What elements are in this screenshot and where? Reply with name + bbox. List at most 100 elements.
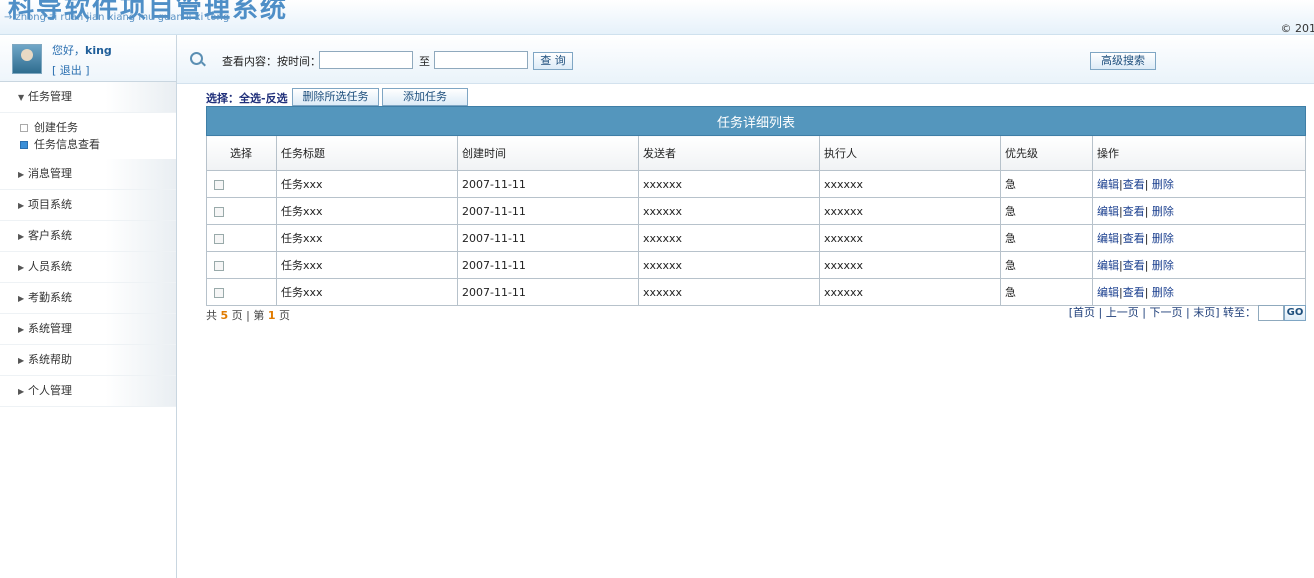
col-title: 任务标题 <box>276 135 458 171</box>
row-checkbox[interactable] <box>214 179 224 190</box>
row-executor: xxxxxx <box>819 278 1001 306</box>
col-sender: 发送者 <box>638 135 820 171</box>
avatar <box>12 44 42 74</box>
row-checkbox[interactable] <box>214 260 224 271</box>
edit-link[interactable]: 编辑 <box>1097 259 1119 272</box>
row-created: 2007-11-11 <box>457 197 639 225</box>
row-executor: xxxxxx <box>819 224 1001 252</box>
delete-link[interactable]: 删除 <box>1152 178 1174 191</box>
logout-link[interactable]: [ 退出 ] <box>52 62 90 78</box>
page-summary: 共 5 页 | 第 1 页 <box>206 307 290 323</box>
edit-link[interactable]: 编辑 <box>1097 205 1119 218</box>
pager-text: 页 <box>279 309 291 322</box>
chevron-right-icon: ▶ <box>18 294 25 303</box>
search-bar: 查看内容：按时间： 至 查 询 高级搜索 <box>177 35 1314 84</box>
query-button[interactable]: 查 询 <box>533 52 573 70</box>
row-title: 任务xxx <box>276 224 458 252</box>
app-subtitle: → zhong zi ruan jian xiang mu guan li xi… <box>4 12 230 23</box>
row-priority: 急 <box>1000 197 1093 225</box>
chevron-right-icon: ▶ <box>18 387 25 396</box>
last-page-link[interactable]: 末页 <box>1193 306 1215 319</box>
row-title: 任务xxx <box>276 170 458 198</box>
row-actions: 编辑|查看| 删除 <box>1092 251 1306 279</box>
sidebar-item-system-admin[interactable]: ▶ 系统管理 <box>0 314 176 345</box>
delete-selected-button[interactable]: 删除所选任务 <box>292 88 379 106</box>
go-button[interactable]: GO <box>1284 305 1306 321</box>
submenu-item-label: 任务信息查看 <box>34 138 100 151</box>
view-link[interactable]: 查看 <box>1123 232 1145 245</box>
delete-link[interactable]: 删除 <box>1152 286 1174 299</box>
row-title: 任务xxx <box>276 278 458 306</box>
sidebar: 您好，king [ 退出 ] ▼ 任务管理 创建任务 任务信息查看 ▶ 消息管理 ▶… <box>0 35 177 578</box>
submenu-item-task-info[interactable]: 任务信息查看 <box>20 136 176 153</box>
row-title: 任务xxx <box>276 251 458 279</box>
delete-link[interactable]: 删除 <box>1152 205 1174 218</box>
table-row: 任务xxx 2007-11-11 xxxxxx xxxxxx 急 编辑|查看| … <box>206 251 1306 279</box>
row-created: 2007-11-11 <box>457 224 639 252</box>
row-checkbox[interactable] <box>214 287 224 298</box>
view-link[interactable]: 查看 <box>1123 178 1145 191</box>
pager-separator: | <box>1142 306 1146 319</box>
row-select-cell <box>206 197 277 225</box>
view-link[interactable]: 查看 <box>1123 286 1145 299</box>
row-select-cell <box>206 170 277 198</box>
row-checkbox[interactable] <box>214 233 224 244</box>
pager-separator: | <box>1098 306 1103 319</box>
pager-text: 第 <box>253 309 265 322</box>
row-priority: 急 <box>1000 278 1093 306</box>
row-priority: 急 <box>1000 170 1093 198</box>
row-executor: xxxxxx <box>819 170 1001 198</box>
edit-link[interactable]: 编辑 <box>1097 286 1119 299</box>
row-executor: xxxxxx <box>819 251 1001 279</box>
goto-page-input[interactable] <box>1258 305 1284 321</box>
submenu-item-create-task[interactable]: 创建任务 <box>20 119 176 136</box>
greeting-text: 您好， <box>52 44 85 57</box>
to-label: 至 <box>419 55 430 68</box>
sidebar-item-label: 人员系统 <box>28 260 72 273</box>
sidebar-item-projects[interactable]: ▶ 项目系统 <box>0 190 176 221</box>
sidebar-item-task-management[interactable]: ▼ 任务管理 <box>0 82 176 113</box>
row-sender: xxxxxx <box>638 224 820 252</box>
pager-text: 共 <box>206 309 217 322</box>
select-all-invert[interactable]: 选择：全选-反选 <box>206 90 288 106</box>
task-submenu: 创建任务 任务信息查看 <box>0 113 176 159</box>
row-checkbox[interactable] <box>214 206 224 217</box>
delete-link[interactable]: 删除 <box>1152 259 1174 272</box>
sidebar-item-messages[interactable]: ▶ 消息管理 <box>0 159 176 190</box>
row-select-cell <box>206 278 277 306</box>
edit-link[interactable]: 编辑 <box>1097 178 1119 191</box>
advanced-search-button[interactable]: 高级搜索 <box>1090 52 1156 70</box>
prev-page-link[interactable]: 上一页 <box>1106 306 1139 319</box>
sidebar-item-attendance[interactable]: ▶ 考勤系统 <box>0 283 176 314</box>
row-sender: xxxxxx <box>638 197 820 225</box>
search-label: 查看内容：按时间： <box>222 55 321 68</box>
search-icon <box>190 52 203 65</box>
table-header-row: 选择 任务标题 创建时间 发送者 执行人 优先级 操作 <box>206 135 1306 171</box>
end-date-input[interactable] <box>434 51 528 69</box>
delete-link[interactable]: 删除 <box>1152 232 1174 245</box>
table-title: 任务详细列表 <box>206 106 1306 136</box>
add-task-button[interactable]: 添加任务 <box>382 88 468 106</box>
edit-link[interactable]: 编辑 <box>1097 232 1119 245</box>
pager-separator: | <box>1185 306 1190 319</box>
row-select-cell <box>206 251 277 279</box>
pager-text: 页 <box>231 309 243 322</box>
row-actions: 编辑|查看| 删除 <box>1092 278 1306 306</box>
sidebar-item-customers[interactable]: ▶ 客户系统 <box>0 221 176 252</box>
sidebar-item-personal[interactable]: ▶ 个人管理 <box>0 376 176 407</box>
sidebar-item-personnel[interactable]: ▶ 人员系统 <box>0 252 176 283</box>
view-link[interactable]: 查看 <box>1123 205 1145 218</box>
table-title-row: 任务详细列表 <box>206 106 1306 136</box>
sidebar-item-label: 消息管理 <box>28 167 72 180</box>
col-actions: 操作 <box>1092 135 1306 171</box>
sidebar-item-help[interactable]: ▶ 系统帮助 <box>0 345 176 376</box>
sidebar-item-label: 个人管理 <box>28 384 72 397</box>
table-row: 任务xxx 2007-11-11 xxxxxx xxxxxx 急 编辑|查看| … <box>206 170 1306 198</box>
table-row: 任务xxx 2007-11-11 xxxxxx xxxxxx 急 编辑|查看| … <box>206 197 1306 225</box>
view-link[interactable]: 查看 <box>1123 259 1145 272</box>
first-page-link[interactable]: 首页 <box>1073 306 1095 319</box>
next-page-link[interactable]: 下一页 <box>1149 306 1182 319</box>
row-executor: xxxxxx <box>819 197 1001 225</box>
chevron-right-icon: ▶ <box>18 263 25 272</box>
start-date-input[interactable] <box>319 51 413 69</box>
